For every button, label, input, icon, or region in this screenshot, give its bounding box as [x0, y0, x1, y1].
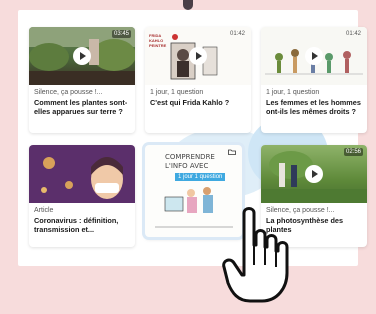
video-card-plants[interactable]: 03:45 Silence, ça pousse !... Comment le… — [29, 27, 135, 133]
folder-heading: COMPRENDRE L'INFO AVEC — [165, 153, 215, 171]
pin-icon — [183, 0, 193, 10]
video-thumbnail[interactable]: 01:42 — [261, 27, 367, 85]
duration-badge: 03:45 — [111, 30, 131, 38]
folder-heading-line: L'INFO AVEC — [165, 162, 209, 170]
duration-badge: 01:42 — [229, 31, 245, 37]
card-title[interactable]: Coronavirus : définition, transmission e… — [29, 216, 135, 234]
card-title[interactable]: Les femmes et les hommes ont-ils les mêm… — [261, 98, 367, 116]
card-source: 1 jour, 1 question — [266, 89, 320, 96]
article-thumbnail[interactable] — [29, 145, 135, 203]
card-source: Article — [34, 207, 54, 214]
virus-illustration — [41, 157, 123, 199]
video-card-frida[interactable]: 01:42 FRIDA KAHLO PEINTRE 1 jour, 1 ques… — [145, 27, 251, 133]
video-thumbnail[interactable]: 01:42 FRIDA KAHLO PEINTRE — [145, 27, 251, 85]
thumb-caption: FRIDA KAHLO PEINTRE — [149, 33, 166, 48]
hand-cursor-icon — [222, 207, 289, 303]
video-thumbnail[interactable]: 02:56 — [261, 145, 367, 203]
folder-icon — [228, 149, 236, 155]
play-icon[interactable] — [73, 47, 91, 65]
folder-heading-line: COMPRENDRE — [165, 153, 215, 161]
card-title[interactable]: Comment les plantes sont-elles apparues … — [29, 98, 135, 116]
video-thumbnail[interactable]: 03:45 — [29, 27, 135, 85]
play-icon[interactable] — [305, 47, 323, 65]
play-icon[interactable] — [189, 47, 207, 65]
duration-badge: 01:42 — [345, 31, 361, 37]
card-title[interactable]: C'est qui Frida Kahlo ? — [145, 98, 251, 107]
duration-badge: 02:56 — [343, 148, 363, 156]
thumb-caption-line: PEINTRE — [149, 43, 167, 48]
video-card-equality[interactable]: 01:42 1 jour, 1 question Les femmes et l… — [261, 27, 367, 133]
card-source: 1 jour, 1 question — [150, 89, 204, 96]
app-stage: 03:45 Silence, ça pousse !... Comment le… — [0, 0, 376, 314]
play-icon[interactable] — [305, 165, 323, 183]
card-source: Silence, ça pousse !... — [34, 89, 103, 96]
brand-badge: 1 jour 1 question — [175, 173, 226, 181]
article-card-coronavirus[interactable]: Article Coronavirus : définition, transm… — [29, 145, 135, 247]
